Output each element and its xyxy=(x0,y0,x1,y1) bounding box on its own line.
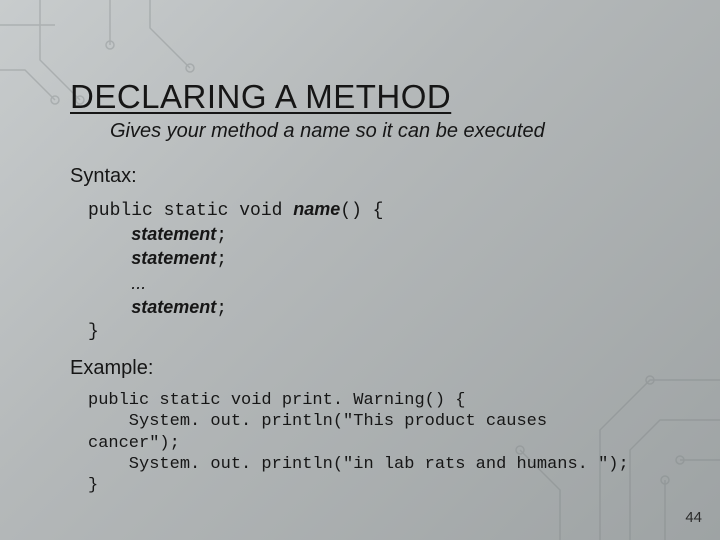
syntax-sig-name: name xyxy=(293,199,340,219)
syntax-semi-3: ; xyxy=(216,299,227,319)
syntax-label: Syntax: xyxy=(70,165,650,188)
page-number: 44 xyxy=(685,509,702,526)
slide-subtitle: Gives your method a name so it can be ex… xyxy=(110,120,650,143)
example-line-4: System. out. println("in lab rats and hu… xyxy=(88,455,629,474)
slide-title: DECLARING A METHOD xyxy=(70,78,650,116)
example-line-3: cancer"); xyxy=(88,434,180,453)
syntax-stmt-1: statement xyxy=(131,224,216,244)
syntax-close: } xyxy=(88,322,99,342)
syntax-stmt-2: statement xyxy=(131,248,216,268)
syntax-dots: ... xyxy=(131,273,146,293)
syntax-sig-suffix: () { xyxy=(340,201,383,221)
slide: DECLARING A METHOD Gives your method a n… xyxy=(0,0,720,540)
syntax-stmt-3: statement xyxy=(131,297,216,317)
example-codeblock: public static void print. Warning() { Sy… xyxy=(88,390,650,496)
syntax-sig-prefix: public static void xyxy=(88,201,293,221)
example-line-5: } xyxy=(88,476,98,495)
syntax-semi-2: ; xyxy=(216,250,227,270)
example-line-2: System. out. println("This product cause… xyxy=(88,412,547,431)
example-line-1: public static void print. Warning() { xyxy=(88,391,465,410)
syntax-semi-1: ; xyxy=(216,226,227,246)
example-label: Example: xyxy=(70,357,650,380)
syntax-codeblock: public static void name() { statement; s… xyxy=(88,198,650,343)
